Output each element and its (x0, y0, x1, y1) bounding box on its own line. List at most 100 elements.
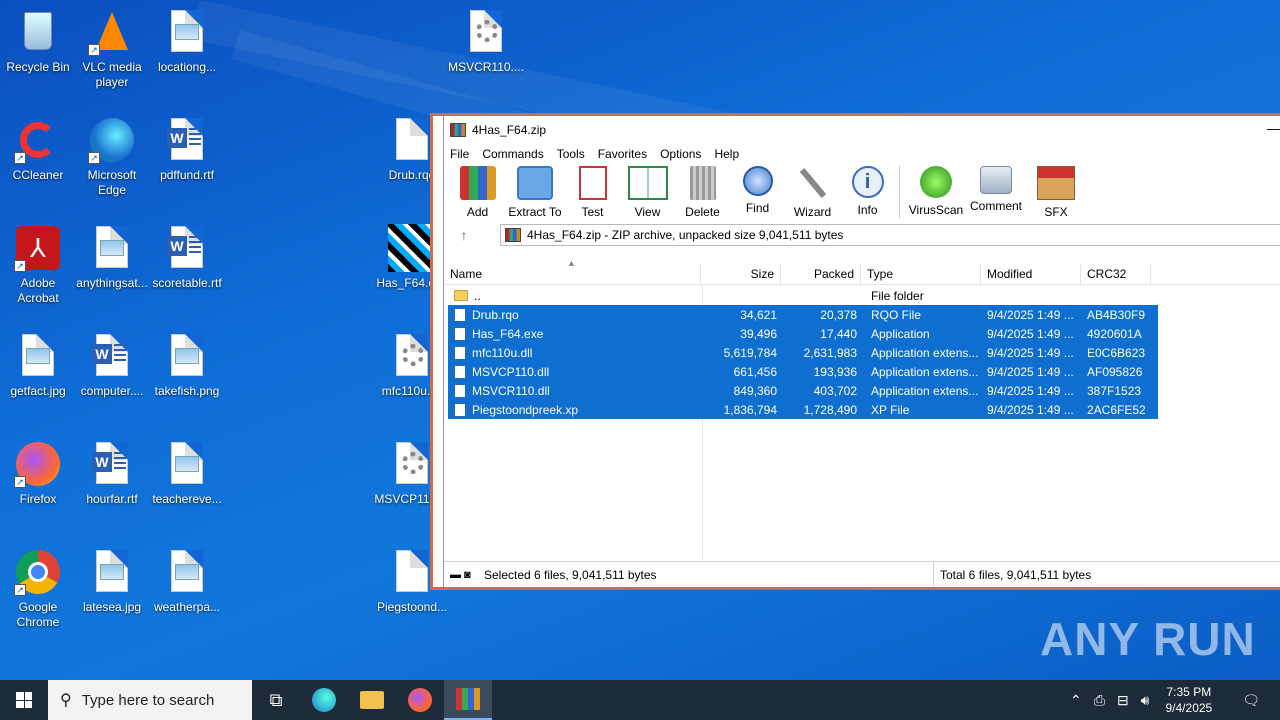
menu-file[interactable]: File (450, 147, 469, 161)
volume-icon[interactable]: 🔊︎ (1135, 692, 1156, 709)
table-row[interactable]: MSVCR110.dll 849,360 403,702 Application ex… (448, 381, 1158, 400)
up-arrow-icon[interactable]: ↑ (444, 227, 484, 243)
desktop-icon-label: VLC media player (82, 60, 142, 89)
desktop-icon-weatherpa-file[interactable]: weatherpa... (149, 548, 225, 615)
desktop-icon-computer-file[interactable]: Wcomputer.... (74, 332, 150, 399)
desktop-icon-label: takefish.png (154, 384, 220, 398)
extract-to-button[interactable]: Extract To (505, 164, 565, 219)
desktop-icon-label: anythingsat... (76, 276, 148, 290)
column-modified[interactable]: Modified (981, 263, 1081, 284)
file-icon (454, 326, 466, 341)
desktop-icon-vlc-media-player[interactable]: ↗ VLC media player (74, 8, 150, 90)
table-row[interactable]: Drub.rqo 34,621 20,378 RQO File 9/4/2025 1:4… (448, 305, 1158, 324)
archive-path[interactable]: 4Has_F64.zip - ZIP archive, unpacked siz… (500, 224, 1280, 246)
desktop-icon-adobe-acrobat[interactable]: ⅄ ↗ Adobe Acrobat (0, 224, 76, 306)
file-type: RQO File (871, 307, 922, 322)
menu-options[interactable]: Options (660, 147, 701, 161)
desktop-icon-label: getfact.jpg (10, 384, 66, 398)
file-size: 849,360 (733, 383, 777, 398)
file-crc32: 4920601A (1087, 326, 1142, 341)
desktop-icon-teachereve-file[interactable]: teachereve... (149, 440, 225, 507)
file-type: Application (871, 326, 930, 341)
desktop-icon-msvcr110-file[interactable]: MSVCR110.... (448, 8, 524, 75)
desktop-icon-pdffund-file[interactable]: Wpdffund.rtf (149, 116, 225, 183)
clock[interactable]: 7:35 PM 9/4/2025 (1156, 684, 1223, 716)
table-row[interactable]: MSVCP110.dll 661,456 193,936 Application ex… (448, 362, 1158, 381)
virusscan-button[interactable]: VirusScan (906, 164, 966, 217)
add-icon (459, 166, 496, 200)
desktop-icon-locationg-file[interactable]: locationg... (149, 8, 225, 75)
device-icon[interactable]: ⎙ (1088, 692, 1111, 709)
wizard-button[interactable]: Wizard (785, 164, 840, 219)
gear-icon (388, 440, 436, 488)
toolbar: Add Extract To Test View Delete Find Wiz… (444, 164, 1280, 222)
column-name[interactable]: Name (444, 263, 701, 284)
file-modified: 9/4/2025 1:49 ... (987, 364, 1074, 379)
desktop-icon-label: CCleaner (12, 168, 64, 182)
view-button[interactable]: View (620, 164, 675, 219)
menu-favorites[interactable]: Favorites (598, 147, 647, 161)
desktop-icon-ccleaner[interactable]: ↗ CCleaner (0, 116, 76, 183)
clock-date: 9/4/2025 (1165, 701, 1213, 715)
desktop-icon-label: teachereve... (152, 492, 222, 506)
wand-icon (799, 168, 826, 198)
column-type[interactable]: Type (861, 263, 981, 284)
desktop-icon-latesea-file[interactable]: latesea.jpg (74, 548, 150, 615)
archive-icon (505, 228, 521, 242)
info-button[interactable]: i Info (840, 164, 895, 217)
desktop-icon-scoretable-file[interactable]: Wscoretable.rtf (149, 224, 225, 291)
word-icon: W (163, 116, 211, 164)
title-bar[interactable]: 4Has_F64.zip — (444, 116, 1280, 144)
table-row[interactable]: Piegstoondpreek.xp 1,836,794 1,728,490 XP F… (448, 400, 1158, 419)
chevron-up-icon[interactable]: ⌃ (1064, 692, 1088, 709)
column-packed[interactable]: Packed (781, 263, 861, 284)
task-view-icon[interactable]: ⧉ (252, 680, 300, 720)
desktop-icon-label: Recycle Bin (6, 60, 70, 74)
menu-tools[interactable]: Tools (557, 147, 585, 161)
list-item-parent[interactable]: .. File folder (448, 286, 1158, 305)
column-size[interactable]: Size (701, 263, 781, 284)
chrome-icon: ↗ (14, 548, 62, 596)
desktop-icon-anythingsat-file[interactable]: anythingsat... (74, 224, 150, 291)
desktop-icon-getfact-file[interactable]: getfact.jpg (0, 332, 76, 399)
desktop-icon-hourfar-file[interactable]: Whourfar.rtf (74, 440, 150, 507)
menu-commands[interactable]: Commands (482, 147, 543, 161)
desktop-icon-label: Microsoft Edge (87, 168, 137, 197)
firefox-taskbar-icon[interactable] (396, 680, 444, 720)
pic-icon (88, 548, 136, 596)
desktop-icon-firefox[interactable]: ↗ Firefox (0, 440, 76, 507)
table-row[interactable]: Has_F64.exe 39,496 17,440 Application 9/4/20… (448, 324, 1158, 343)
start-button[interactable] (0, 680, 48, 720)
sfx-button[interactable]: SFX (1026, 164, 1086, 219)
desktop-icon-label: MSVCR110.... (448, 60, 524, 74)
edge-taskbar-icon[interactable] (300, 680, 348, 720)
status-bar: ▬ ◙ Selected 6 files, 9,041,511 bytes To… (444, 561, 1280, 587)
table-row[interactable]: mfc110u.dll 5,619,784 2,631,983 Application… (448, 343, 1158, 362)
gear-icon (462, 8, 510, 56)
search-placeholder: Type here to search (81, 691, 215, 709)
add-button[interactable]: Add (450, 164, 505, 219)
notifications-icon[interactable]: 🗨︎ (1222, 692, 1280, 709)
winrar-taskbar-icon[interactable] (444, 680, 492, 720)
file-icon (454, 383, 466, 398)
minimize-icon[interactable]: — (1267, 120, 1280, 136)
winrar-window[interactable]: 4Has_F64.zip — File Commands Tools Favor… (430, 113, 1280, 590)
network-icon[interactable]: ⊟ (1111, 692, 1135, 709)
file-explorer-icon[interactable] (348, 680, 396, 720)
file-icon (454, 307, 466, 322)
taskbar-search[interactable]: ⚲ Type here to search (48, 680, 252, 720)
find-button[interactable]: Find (730, 164, 785, 215)
menu-help[interactable]: Help (714, 147, 739, 161)
selection-status: Selected 6 files, 9,041,511 bytes (484, 567, 657, 582)
book-icon (627, 166, 668, 200)
desktop-icon-google-chrome[interactable]: ↗ Google Chrome (0, 548, 76, 630)
desktop-icon-recycle-bin[interactable]: Recycle Bin (0, 8, 76, 75)
file-list[interactable]: .. File folder Drub.rqo 34,621 20,378 RQO F… (448, 286, 1158, 419)
desktop-icon-takefish-file[interactable]: takefish.png (149, 332, 225, 399)
column-crc32[interactable]: CRC32 (1081, 263, 1151, 284)
desktop-icon-microsoft-edge[interactable]: ↗ Microsoft Edge (74, 116, 150, 198)
delete-button[interactable]: Delete (675, 164, 730, 219)
comment-button[interactable]: Comment (966, 164, 1026, 213)
file-modified: 9/4/2025 1:49 ... (987, 345, 1074, 360)
test-button[interactable]: Test (565, 164, 620, 219)
